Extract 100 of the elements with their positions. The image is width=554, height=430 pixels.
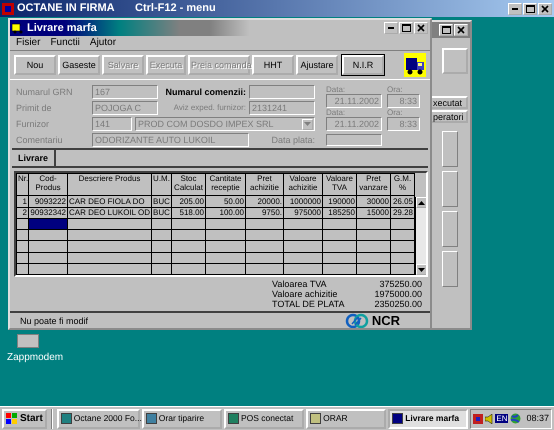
status-text: Nu poate fi modif (20, 316, 88, 326)
toolbar-button[interactable]: Nou (14, 55, 56, 75)
taskbar-button[interactable]: POS conectat (224, 408, 304, 428)
field-label: Comentariu (16, 134, 64, 146)
taskbar-button[interactable]: Livrare marfa (388, 408, 468, 428)
desktop-icon-label[interactable]: Zappmodem (7, 352, 64, 364)
maximize-icon (402, 24, 410, 32)
table-cell: 975000 (284, 207, 322, 218)
language-indicator[interactable]: EN (495, 414, 508, 424)
logo-text: NCR (372, 314, 400, 328)
table-cell: 1000000 (284, 196, 322, 208)
maximize-icon (442, 26, 450, 34)
taskbar-button[interactable]: Orar tiparire (142, 408, 222, 428)
table-cell: 185250 (322, 207, 356, 218)
side-button[interactable]: xecutat (430, 96, 468, 109)
table-cell: 518.00 (172, 207, 206, 218)
panel (442, 211, 458, 247)
panel (442, 131, 458, 167)
globe-icon[interactable] (510, 413, 522, 424)
scrollbar[interactable] (415, 197, 426, 275)
column-header: Valoare TVA (322, 174, 356, 196)
menu-item[interactable]: Fisier (16, 37, 40, 49)
speaker-icon[interactable] (485, 414, 494, 424)
total-label: TOTAL DE PLATA (272, 299, 346, 309)
close-button[interactable] (538, 2, 552, 14)
table-cell: 20000. (246, 196, 284, 208)
toolbar-button[interactable]: HHT (252, 55, 294, 75)
field-label: Data: (326, 85, 346, 94)
side-button[interactable]: peratori (430, 110, 468, 123)
column-header: G.M. % (390, 174, 414, 196)
truck-icon (404, 53, 426, 77)
scroll-down-icon[interactable] (416, 264, 426, 275)
menu-hint: Ctrl-F12 - menu (135, 2, 216, 15)
total-label: Valoarea TVA (272, 279, 328, 289)
field-label: Aviz exped. furnizor: (172, 103, 246, 113)
taskbar-button[interactable]: ORAR (306, 408, 386, 428)
network-icon[interactable] (473, 414, 484, 424)
app-icon (392, 413, 404, 424)
field-label: Ora: (387, 85, 404, 94)
menu-item[interactable]: Functii (50, 37, 80, 49)
column-header: Cantitate receptie (206, 174, 246, 196)
field-label: Furnizor (16, 118, 50, 130)
toolbar-panel (442, 48, 468, 74)
start-button[interactable]: Start (2, 408, 47, 428)
close-icon (541, 4, 549, 12)
minimize-icon (387, 27, 395, 29)
total-value: 1975000.00 (373, 289, 422, 299)
field-label: Data: (326, 108, 346, 118)
scroll-up-icon[interactable] (416, 197, 426, 208)
column-header: Pret achizitie (246, 174, 284, 196)
maximize-button[interactable] (399, 22, 413, 34)
panel (442, 171, 458, 207)
minimize-icon (511, 8, 519, 10)
tab[interactable]: Livrare (12, 150, 56, 166)
table-cell: 15000 (356, 207, 390, 218)
window-title: Livrare marfa (27, 22, 97, 34)
app-icon (146, 413, 157, 424)
panel (442, 251, 458, 287)
table-cell: BUC (152, 196, 172, 208)
close-button[interactable] (414, 22, 428, 34)
input-field[interactable] (249, 85, 315, 99)
dropdown-value: PROD COM DOSDO IMPEX SRL (138, 118, 274, 130)
close-icon (457, 26, 465, 34)
table-cell: CAR DEO LUKOIL OD (68, 207, 152, 218)
close-button[interactable] (454, 24, 468, 36)
column-header: Pret vanzare (356, 174, 390, 196)
field-label: Ora: (387, 108, 404, 118)
truck-icon (12, 22, 24, 34)
column-header: Cod-Produs (28, 174, 68, 196)
minimize-button[interactable] (508, 2, 522, 14)
app-icon (310, 413, 322, 424)
table-cell: BUC (152, 207, 172, 218)
table-cell: 90932342 (28, 207, 68, 218)
app-icon (2, 2, 14, 14)
column-header: U.M. (152, 174, 172, 196)
total-value: 375250.00 (378, 279, 422, 289)
menu-item[interactable]: Ajutor (90, 37, 116, 49)
table-cell: 205.00 (172, 196, 206, 208)
table-cell: CAR DEO FIOLA DO (68, 196, 152, 208)
logo-icon (344, 313, 369, 328)
field-label: Data plata: (270, 134, 315, 146)
maximize-button[interactable] (523, 2, 537, 14)
column-header: Nr. (16, 174, 28, 196)
taskbar-button[interactable]: Octane 2000 Fo... (56, 408, 140, 428)
input-field[interactable] (326, 134, 382, 146)
app-icon (228, 413, 239, 424)
maximize-button[interactable] (439, 24, 453, 36)
minimize-button[interactable] (384, 22, 398, 34)
table-cell: 100.00 (206, 207, 246, 218)
toolbar-button[interactable]: Ajustare (296, 55, 338, 75)
field-label: Primit de (16, 102, 53, 114)
window-title: OCTANE IN FIRMA (17, 2, 116, 15)
total-label: Valoare achizitie (272, 289, 338, 299)
toolbar-button[interactable]: N.I.R (342, 55, 384, 75)
column-header: Stoc Calculat (172, 174, 206, 196)
toolbar-button[interactable]: Gaseste (58, 55, 100, 75)
total-value: 2350250.00 (373, 299, 422, 309)
column-header: Descriere Produs (68, 174, 152, 196)
table-cell: 1 (16, 196, 28, 208)
close-icon (417, 24, 425, 32)
